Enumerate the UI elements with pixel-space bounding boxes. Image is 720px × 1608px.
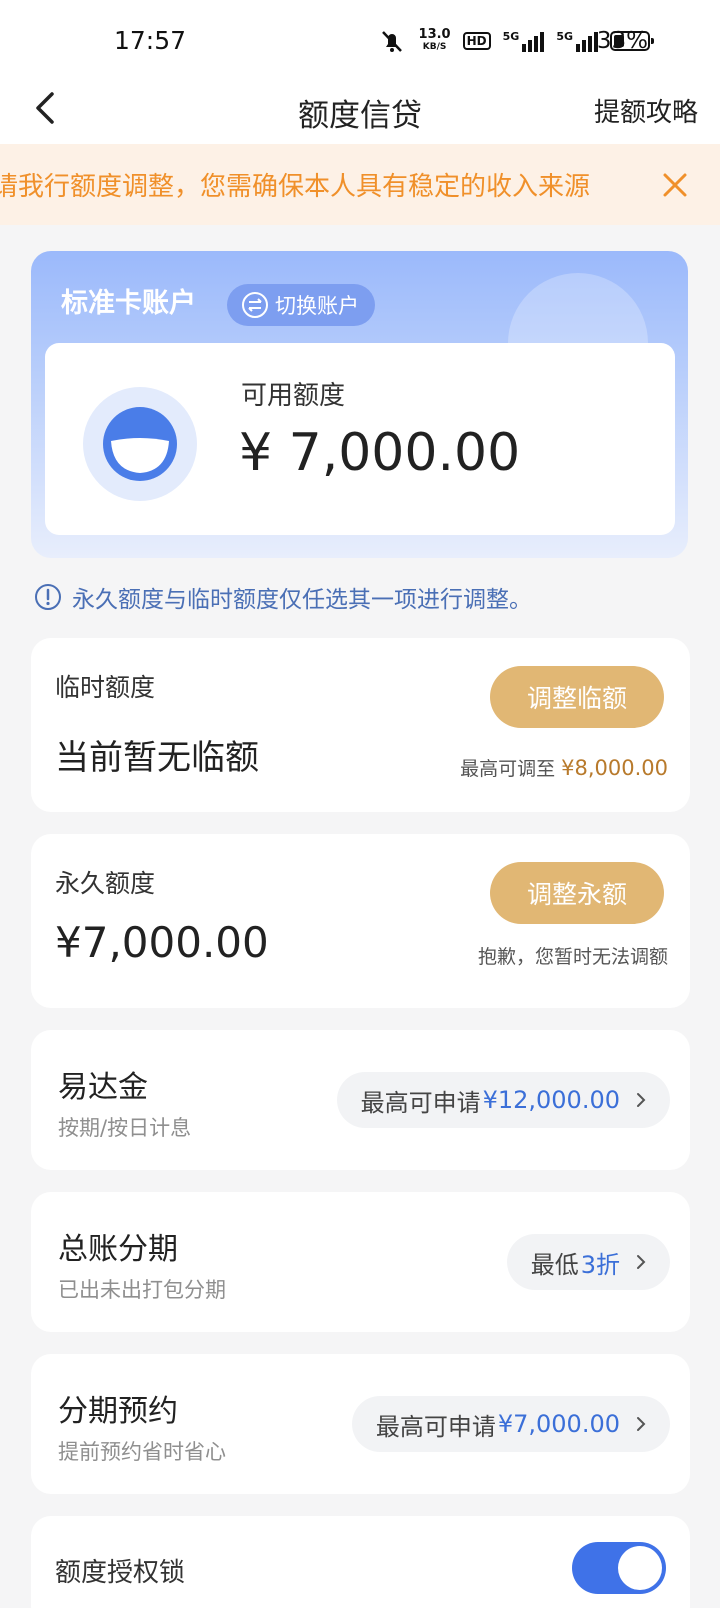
limit-lock-label: 额度授权锁 (55, 1558, 186, 1588)
temporary-limit-label: 临时额度 (55, 673, 156, 702)
service-apply-pill[interactable]: 最高可申请 ¥12,000.00 (336, 1072, 670, 1128)
pill-highlight: ¥7,000.00 (497, 1410, 620, 1438)
info-icon (35, 584, 61, 610)
pill-highlight: 3折 (580, 1250, 620, 1279)
close-icon (663, 173, 687, 197)
nav-bar: 额度信贷 提额攻略 (0, 80, 720, 144)
net-speed: 13.0 KB/S (419, 28, 451, 54)
chevron-right-icon (637, 1255, 646, 1269)
pill-prefix: 最高可申请 (375, 1412, 496, 1441)
service-title: 易达金 (58, 1070, 148, 1105)
tip: 永久额度与临时额度仅任选其一项进行调整。 (34, 580, 532, 614)
service-card-reservation[interactable]: 分期预约 提前预约省时省心 最高可申请 ¥7,000.00 (31, 1354, 690, 1494)
service-card-yidajin[interactable]: 易达金 按期/按日计息 最高可申请 ¥12,000.00 (31, 1030, 690, 1170)
status-bar: 17:57 13.0 KB/S HD 5G 5G 33% (0, 0, 720, 80)
permanent-limit-note: 抱歉，您暂时无法调额 (477, 946, 668, 968)
temporary-limit-note-prefix: 最高可调至 (460, 758, 562, 780)
permanent-limit-card: 永久额度 ¥7,000.00 调整永额 抱歉，您暂时无法调额 (31, 834, 690, 1008)
net-speed-unit: KB/S (422, 42, 447, 52)
notice-text: 请我行额度调整，您需确保本人具有稳定的收入来源 (0, 172, 591, 202)
permanent-limit-label: 永久额度 (55, 869, 156, 898)
bank-logo-icon (83, 387, 197, 501)
temporary-limit-card: 临时额度 当前暂无临额 调整临额 最高可调至 ¥8,000.00 (31, 638, 690, 812)
temporary-limit-note: 最高可调至 ¥8,000.00 (460, 754, 668, 781)
notice-banner: 请我行额度调整，您需确保本人具有稳定的收入来源 (0, 144, 720, 225)
temporary-limit-status: 当前暂无临额 (55, 738, 259, 778)
pill-prefix: 最高可申请 (360, 1088, 481, 1117)
status-time: 17:57 (114, 26, 187, 55)
service-card-installment[interactable]: 总账分期 已出未出打包分期 最低 3折 (31, 1192, 690, 1332)
account-card: 标准卡账户 切换账户 可用额度 ¥ 7,000.00 (31, 251, 688, 558)
permanent-limit-value: ¥7,000.00 (55, 918, 269, 967)
signal-icon: 5G (503, 30, 545, 52)
chevron-right-icon (637, 1093, 646, 1107)
battery-percent: 33% (596, 28, 648, 54)
tip-text: 永久额度与临时额度仅任选其一项进行调整。 (72, 587, 532, 613)
available-limit-value: ¥ 7,000.00 (239, 423, 521, 483)
signal-label-2: 5G (556, 30, 573, 43)
service-apply-pill[interactable]: 最低 3折 (506, 1234, 670, 1290)
available-limit-label: 可用额度 (241, 381, 346, 411)
service-apply-pill[interactable]: 最高可申请 ¥7,000.00 (351, 1396, 670, 1452)
account-name: 标准卡账户 (61, 288, 196, 319)
smile-logo (103, 407, 177, 481)
net-speed-value: 13.0 (418, 27, 451, 42)
hd-icon: HD (462, 32, 491, 50)
signal-label: 5G (502, 30, 520, 43)
toggle-knob (618, 1546, 662, 1590)
pill-prefix: 最低 (530, 1250, 579, 1279)
mute-bell-icon (381, 31, 402, 52)
service-subtitle: 已出未出打包分期 (58, 1278, 226, 1302)
service-subtitle: 按期/按日计息 (58, 1116, 192, 1140)
switch-icon (242, 292, 268, 318)
limit-lock-card: 额度授权锁 (31, 1516, 690, 1608)
limit-lock-toggle[interactable] (572, 1542, 666, 1594)
switch-account-label: 切换账户 (275, 294, 359, 318)
adjust-permanent-limit-button[interactable]: 调整永额 (490, 862, 664, 924)
notice-close-button[interactable] (660, 170, 690, 200)
raise-limit-guide-link[interactable]: 提额攻略 (594, 92, 698, 129)
temporary-limit-max: ¥8,000.00 (561, 756, 668, 780)
chevron-right-icon (637, 1417, 646, 1431)
service-subtitle: 提前预约省时省心 (58, 1440, 226, 1464)
service-title: 总账分期 (58, 1232, 178, 1267)
switch-account-button[interactable]: 切换账户 (227, 284, 375, 326)
service-title: 分期预约 (58, 1394, 178, 1429)
pill-highlight: ¥12,000.00 (482, 1086, 620, 1114)
adjust-temporary-limit-button[interactable]: 调整临额 (490, 666, 664, 728)
available-limit-panel: 可用额度 ¥ 7,000.00 (45, 343, 675, 535)
signal-icon-2: 5G (556, 30, 598, 52)
